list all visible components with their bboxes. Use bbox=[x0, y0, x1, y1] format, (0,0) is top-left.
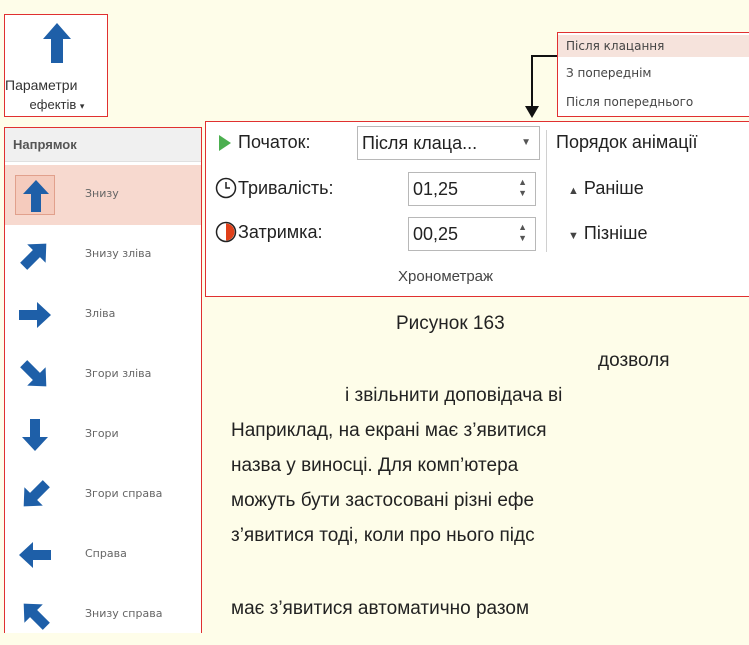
dropdown-option[interactable]: Після клацання bbox=[558, 35, 749, 57]
arrow-up-icon bbox=[15, 175, 55, 215]
arrow-down-right-icon bbox=[15, 355, 55, 395]
direction-item[interactable]: Згори справа bbox=[5, 465, 201, 525]
duration-label: Тривалість: bbox=[238, 178, 334, 198]
effect-options-button[interactable]: Параметри ефектів ▾ bbox=[4, 14, 108, 117]
triangle-up-icon: ▲ bbox=[568, 185, 579, 197]
figure-caption: Рисунок 163 bbox=[396, 313, 505, 334]
chevron-down-icon: ▼ bbox=[521, 137, 531, 148]
body-text-line: назва у виносці. Для комп’ютера bbox=[231, 455, 519, 476]
direction-item-label: Згори справа bbox=[85, 487, 163, 500]
direction-item[interactable]: Згори зліва bbox=[5, 345, 201, 405]
clock-icon bbox=[215, 177, 237, 199]
direction-item-label: Знизу справа bbox=[85, 607, 163, 620]
body-text-line: з’явитися тоді, коли про нього підс bbox=[231, 525, 535, 546]
duration-value: 01,25 bbox=[413, 179, 459, 199]
delay-clock-icon bbox=[215, 221, 237, 243]
arrow-right-icon bbox=[15, 295, 55, 335]
timing-group-label: Хронометраж bbox=[398, 268, 494, 285]
direction-item[interactable]: Згори bbox=[5, 405, 201, 465]
start-label: Початок: bbox=[238, 132, 311, 152]
direction-item-label: Згори bbox=[85, 427, 119, 440]
delay-value: 00,25 bbox=[413, 224, 459, 244]
move-earlier-label: Раніше bbox=[583, 178, 644, 198]
direction-item-label: Згори зліва bbox=[85, 367, 152, 380]
spinner-icon[interactable]: ▲ ▼ bbox=[518, 177, 527, 199]
effect-options-label-1: Параметри bbox=[5, 77, 78, 93]
start-select[interactable]: Після клаца... ▼ bbox=[357, 126, 540, 160]
effect-options-label-2: ефектів ▾ bbox=[29, 97, 85, 112]
chevron-down-icon: ▾ bbox=[79, 101, 85, 111]
arrow-down-left-icon bbox=[15, 475, 55, 515]
direction-item-label: Справа bbox=[85, 547, 127, 560]
body-text-line: можуть бути застосовані різні ефе bbox=[231, 490, 535, 511]
move-later-button[interactable]: ▼ Пізніше bbox=[568, 223, 648, 244]
timing-group: Початок: Після клаца... ▼ Тривалість: 01… bbox=[205, 121, 749, 297]
delay-label: Затримка: bbox=[238, 222, 323, 242]
arrow-up-right-icon bbox=[15, 235, 55, 275]
arrow-up-left-icon bbox=[15, 595, 55, 635]
direction-panel: Напрямок Знизу Знизу зліва Зліва Згори злів… bbox=[4, 127, 202, 633]
animation-order-title: Порядок анімації bbox=[556, 132, 698, 152]
connector-arrow-icon bbox=[525, 55, 557, 118]
direction-header: Напрямок bbox=[5, 128, 201, 162]
direction-item[interactable]: Знизу зліва bbox=[5, 225, 201, 285]
start-options-dropdown: Після клацання З попереднім Після попере… bbox=[557, 32, 749, 117]
direction-item-label: Знизу bbox=[85, 187, 119, 200]
direction-item[interactable]: Зліва bbox=[5, 285, 201, 345]
move-earlier-button[interactable]: ▲ Раніше bbox=[568, 178, 644, 199]
body-text-line: має з’явитися автоматично разом bbox=[231, 598, 530, 619]
dropdown-option[interactable]: З попереднім bbox=[558, 62, 749, 84]
body-text-line: і звільнити доповідача ві bbox=[345, 385, 563, 406]
play-icon bbox=[219, 135, 231, 151]
duration-input[interactable]: 01,25 ▲ ▼ bbox=[408, 172, 536, 206]
spinner-icon[interactable]: ▲ ▼ bbox=[518, 222, 527, 244]
arrow-up-icon bbox=[43, 23, 71, 63]
body-text-line: дозволя bbox=[598, 350, 670, 371]
direction-item-label: Знизу зліва bbox=[85, 247, 152, 260]
group-divider bbox=[546, 130, 547, 252]
direction-item-label: Зліва bbox=[85, 307, 116, 320]
body-text-line: Наприклад, на екрані має з’явитися bbox=[231, 420, 547, 441]
direction-item[interactable]: Знизу bbox=[5, 165, 201, 225]
triangle-down-icon: ▼ bbox=[568, 230, 579, 242]
move-later-label: Пізніше bbox=[583, 223, 648, 243]
start-select-value: Після клаца... bbox=[362, 133, 478, 153]
dropdown-option[interactable]: Після попереднього bbox=[558, 91, 749, 113]
direction-item[interactable]: Знизу справа bbox=[5, 585, 201, 645]
arrow-down-icon bbox=[15, 415, 55, 455]
arrow-left-icon bbox=[15, 535, 55, 575]
delay-input[interactable]: 00,25 ▲ ▼ bbox=[408, 217, 536, 251]
direction-item[interactable]: Справа bbox=[5, 525, 201, 585]
